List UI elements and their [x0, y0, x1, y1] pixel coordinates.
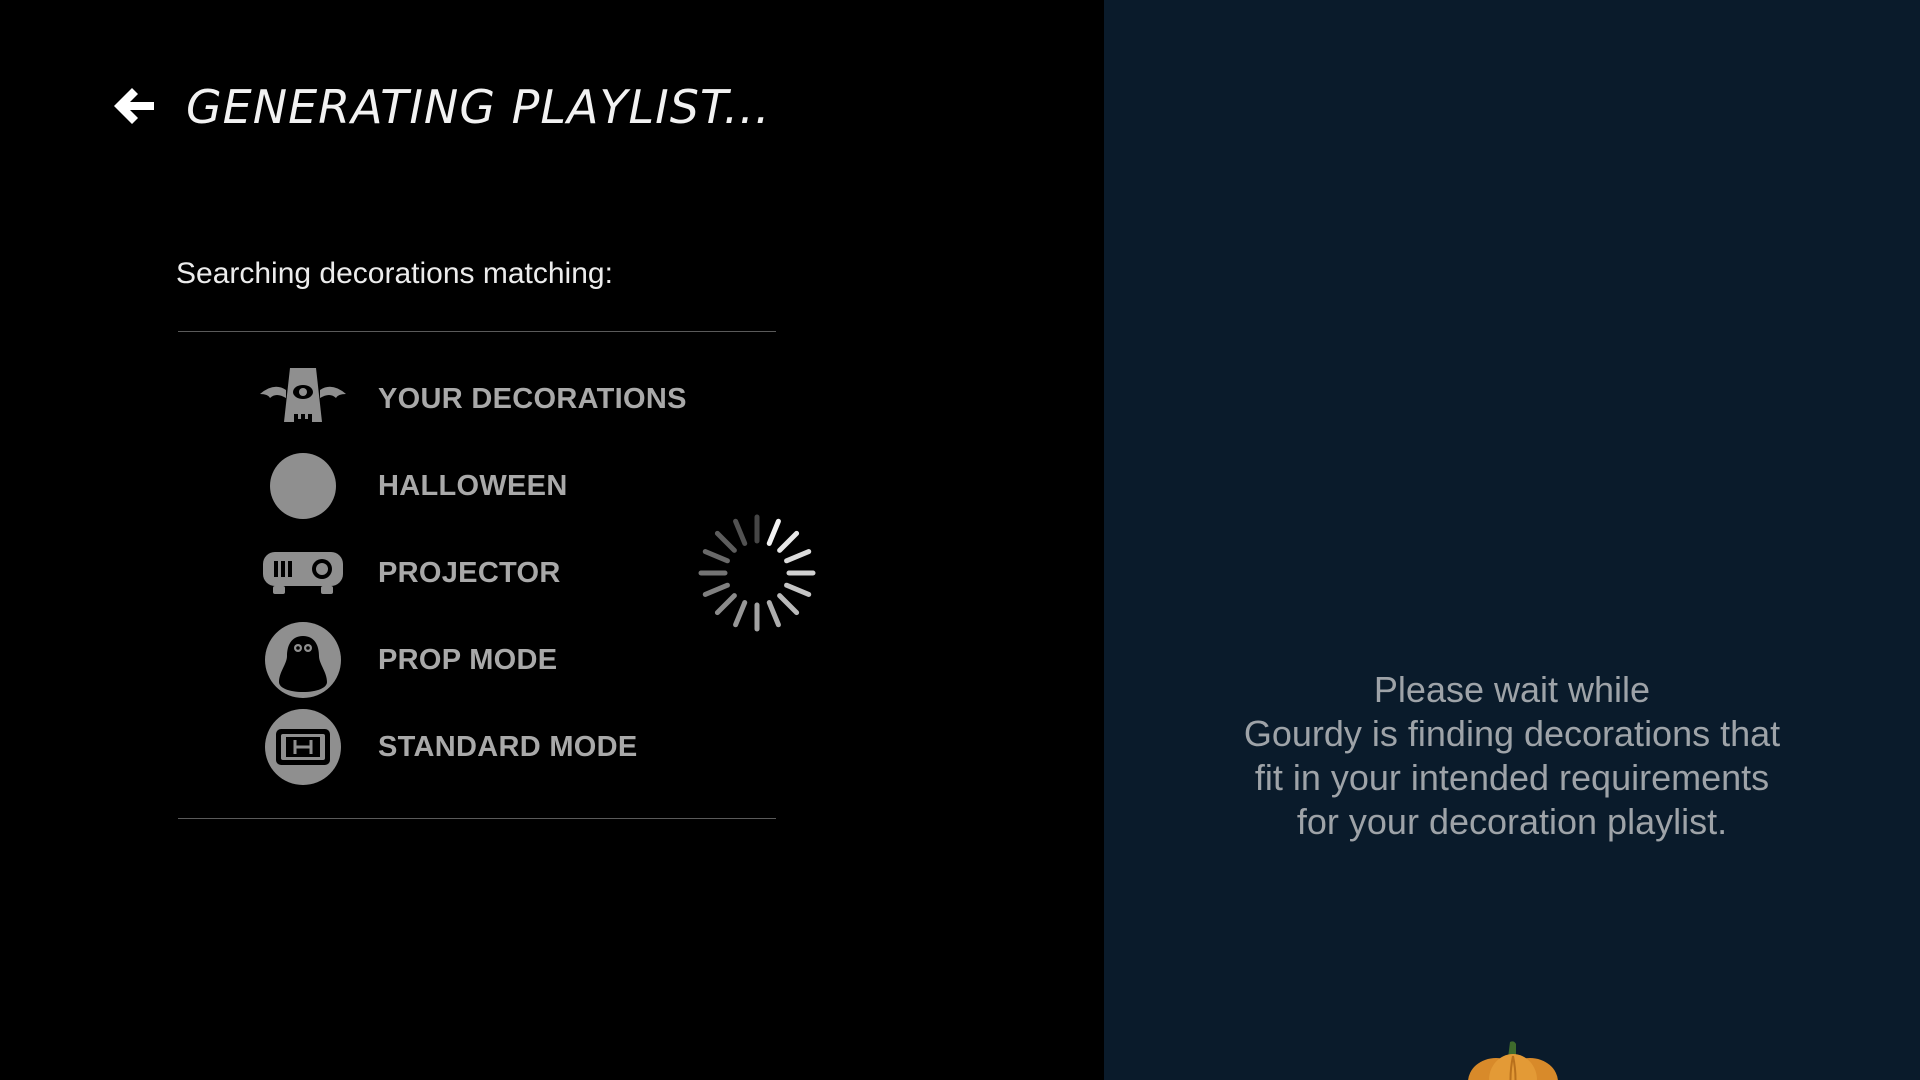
circle-icon [258, 446, 348, 526]
wait-message-line: for your decoration playlist. [1296, 801, 1728, 842]
wait-message-line: Gourdy is finding decorations that [1243, 713, 1781, 754]
filter-item-halloween: HALLOWEEN [258, 443, 698, 529]
filter-label-prop-mode: PROP MODE [378, 643, 558, 676]
info-panel: Please wait while Gourdy is finding deco… [1104, 0, 1920, 1080]
filter-label-your-decorations: YOUR DECORATIONS [378, 382, 687, 415]
spinner-tick [702, 549, 730, 564]
filter-label-projector: PROJECTOR [378, 556, 561, 589]
filter-item-projector: PROJECTOR [258, 530, 698, 616]
wait-message-line: Please wait while [1373, 669, 1651, 710]
arrow-left-icon [114, 88, 154, 124]
spinner-tick [702, 582, 730, 597]
spinner-tick [766, 518, 781, 546]
playlist-generation-pane: GENERATING PLAYLIST... Searching decorat… [0, 0, 1104, 1080]
spinner-tick [733, 518, 748, 546]
spinner-tick [784, 582, 812, 597]
spinner-tick [714, 530, 737, 553]
filter-label-standard-mode: STANDARD MODE [378, 730, 638, 763]
back-button[interactable] [110, 82, 158, 130]
h-mode-icon [258, 707, 348, 787]
spinner-tick [777, 593, 800, 616]
spinner-tick [777, 530, 800, 553]
page-title: GENERATING PLAYLIST... [186, 80, 771, 134]
spinner-tick [714, 593, 737, 616]
top-divider [178, 331, 776, 332]
spinner-icon [698, 514, 816, 632]
bat-monster-icon [258, 359, 348, 439]
bottom-divider [178, 818, 776, 819]
filter-item-prop-mode: PROP MODE [258, 617, 698, 703]
filter-label-halloween: HALLOWEEN [378, 469, 568, 502]
search-subtitle: Searching decorations matching: [176, 257, 613, 290]
ghost-icon [258, 620, 348, 700]
spinner-tick [784, 549, 812, 564]
spinner-tick [766, 600, 781, 628]
filter-item-standard-mode: STANDARD MODE [258, 704, 698, 790]
pumpkin-icon [1468, 1041, 1558, 1080]
wait-message: Please wait while Gourdy is finding deco… [1104, 668, 1920, 844]
spinner-tick [733, 600, 748, 628]
wait-message-line: fit in your intended requirements [1254, 757, 1770, 798]
projector-icon [258, 533, 348, 613]
filter-item-your-decorations: YOUR DECORATIONS [258, 356, 698, 442]
